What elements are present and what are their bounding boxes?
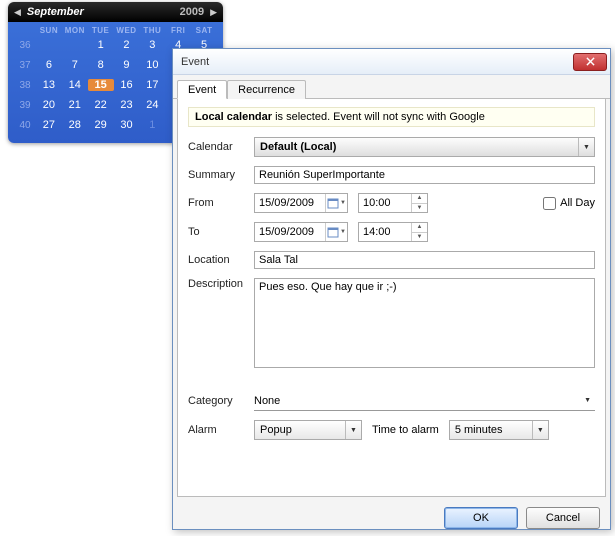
day-of-week-row: SUN MON TUE WED THU FRI SAT (14, 26, 217, 35)
calendar-day[interactable]: 13 (36, 79, 62, 91)
from-time-input[interactable]: ▲▼ (358, 193, 428, 213)
calendar-day[interactable]: 22 (88, 99, 114, 111)
summary-label: Summary (188, 169, 254, 181)
button-row: OK Cancel (173, 501, 610, 535)
time-spin[interactable]: ▲▼ (411, 223, 427, 241)
dow: SUN (36, 26, 62, 35)
cancel-button[interactable]: Cancel (526, 507, 600, 529)
calendar-picker-icon[interactable]: ▼ (325, 223, 347, 241)
from-date-input[interactable]: ▼ (254, 193, 348, 213)
calendar-day[interactable]: 2 (114, 39, 140, 51)
description-input[interactable]: Pues eso. Que hay que ir ;-) (254, 278, 595, 368)
close-button[interactable] (573, 53, 607, 71)
time-to-alarm-value: 5 minutes (450, 424, 508, 436)
calendar-day[interactable]: 6 (36, 59, 62, 71)
info-strip: Local calendar is selected. Event will n… (188, 107, 595, 127)
next-month-icon[interactable]: ▶ (210, 7, 217, 18)
calendar-day[interactable]: 20 (36, 99, 62, 111)
category-label: Category (188, 395, 254, 407)
chevron-down-icon[interactable]: ▼ (532, 421, 548, 439)
location-input[interactable] (254, 251, 595, 269)
calendar-day[interactable]: 29 (88, 119, 114, 131)
dow: FRI (165, 26, 191, 35)
chevron-down-icon[interactable]: ▼ (578, 138, 594, 156)
location-label: Location (188, 254, 254, 266)
description-label: Description (188, 278, 254, 290)
ok-button[interactable]: OK (444, 507, 518, 529)
dow: SAT (191, 26, 217, 35)
dow: THU (139, 26, 165, 35)
event-tab-panel: Local calendar is selected. Event will n… (177, 99, 606, 497)
all-day-check[interactable] (543, 197, 556, 210)
tab-recurrence[interactable]: Recurrence (227, 80, 306, 99)
calendar-day[interactable]: 30 (114, 119, 140, 131)
calendar-day[interactable]: 1 (88, 39, 114, 51)
calendar-day[interactable]: 8 (88, 59, 114, 71)
calendar-label: Calendar (188, 141, 254, 153)
to-time-input[interactable]: ▲▼ (358, 222, 428, 242)
alarm-value: Popup (255, 424, 297, 436)
week-number: 40 (14, 120, 36, 131)
week-number: 36 (14, 40, 36, 51)
calendar-day[interactable]: 15 (88, 79, 114, 91)
info-bold: Local calendar (195, 111, 272, 123)
close-icon (586, 57, 595, 66)
dow: TUE (88, 26, 114, 35)
calendar-day[interactable]: 21 (62, 99, 88, 111)
time-to-alarm-select[interactable]: 5 minutes ▼ (449, 420, 549, 440)
prev-month-icon[interactable]: ◀ (14, 7, 21, 18)
spin-up-icon[interactable]: ▲ (412, 223, 427, 233)
calendar-day[interactable]: 14 (62, 79, 88, 91)
to-time-field[interactable] (359, 224, 411, 240)
calendar-header: ◀ September 2009 ▶ (8, 2, 223, 22)
time-to-alarm-label: Time to alarm (372, 424, 439, 436)
chevron-down-icon[interactable]: ▼ (584, 397, 595, 404)
to-date-field[interactable] (255, 224, 325, 240)
tab-event[interactable]: Event (177, 80, 227, 99)
calendar-day[interactable]: 16 (114, 79, 140, 91)
calendar-select[interactable]: Default (Local) ▼ (254, 137, 595, 157)
spin-up-icon[interactable]: ▲ (412, 194, 427, 204)
titlebar[interactable]: Event (173, 49, 610, 75)
calendar-day[interactable]: 17 (139, 79, 165, 91)
tabstrip: Event Recurrence (173, 75, 610, 99)
window-title: Event (181, 56, 209, 68)
calendar-day[interactable]: 27 (36, 119, 62, 131)
from-date-field[interactable] (255, 195, 325, 211)
chevron-down-icon[interactable]: ▼ (345, 421, 361, 439)
calendar-day[interactable]: 7 (62, 59, 88, 71)
spin-down-icon[interactable]: ▼ (412, 233, 427, 242)
event-window: Event Event Recurrence Local calendar is… (172, 48, 611, 530)
calendar-value: Default (Local) (255, 141, 341, 153)
year-label: 2009 (180, 6, 204, 18)
calendar-day[interactable]: 10 (139, 59, 165, 71)
all-day-checkbox[interactable]: All Day (543, 197, 595, 210)
calendar-day[interactable]: 3 (139, 39, 165, 51)
month-label: September (27, 6, 84, 18)
spin-down-icon[interactable]: ▼ (412, 204, 427, 213)
from-label: From (188, 197, 254, 209)
to-label: To (188, 226, 254, 238)
calendar-day[interactable]: 9 (114, 59, 140, 71)
week-number: 39 (14, 100, 36, 111)
calendar-day[interactable]: 1 (139, 119, 165, 131)
alarm-label: Alarm (188, 424, 254, 436)
info-rest: is selected. Event will not sync with Go… (272, 111, 485, 123)
to-date-input[interactable]: ▼ (254, 222, 348, 242)
dow: WED (114, 26, 140, 35)
category-value: None (254, 395, 280, 407)
week-number: 38 (14, 80, 36, 91)
dow: MON (62, 26, 88, 35)
calendar-day[interactable]: 23 (114, 99, 140, 111)
calendar-picker-icon[interactable]: ▼ (325, 194, 347, 212)
category-select[interactable]: None ▼ (254, 391, 595, 411)
time-spin[interactable]: ▲▼ (411, 194, 427, 212)
week-number: 37 (14, 60, 36, 71)
from-time-field[interactable] (359, 195, 411, 211)
calendar-day[interactable]: 24 (139, 99, 165, 111)
summary-input[interactable] (254, 166, 595, 184)
alarm-select[interactable]: Popup ▼ (254, 420, 362, 440)
all-day-label: All Day (560, 197, 595, 209)
calendar-day[interactable]: 28 (62, 119, 88, 131)
